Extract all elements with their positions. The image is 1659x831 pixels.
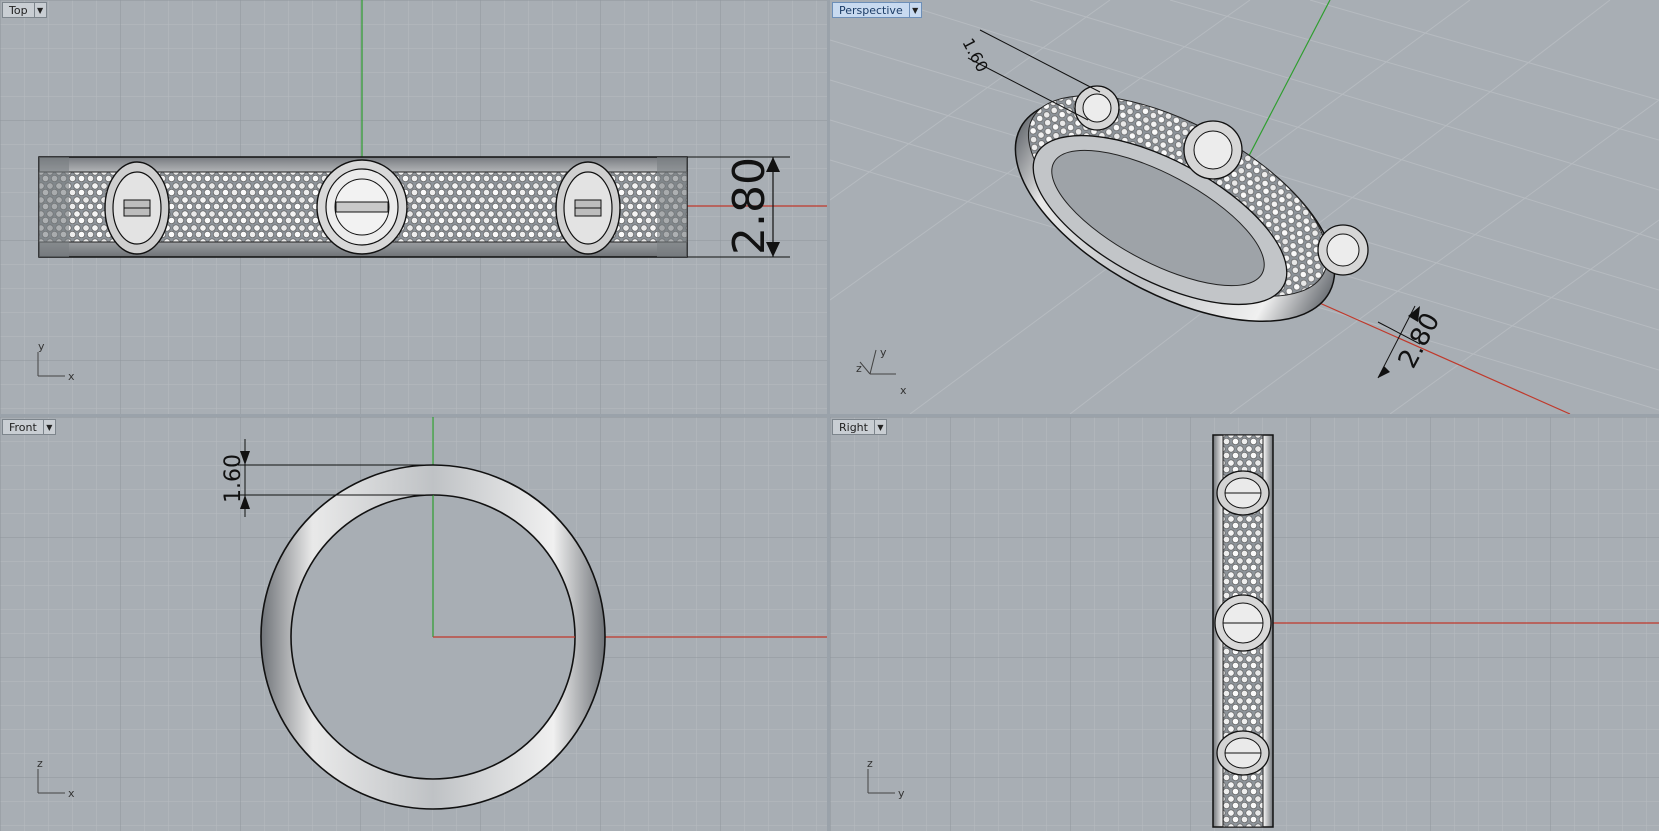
ring-top-view bbox=[38, 156, 688, 258]
axis-y-label: y bbox=[880, 346, 887, 359]
dimension-label: 1.60 bbox=[221, 454, 246, 503]
top-canvas: 2.80 x y bbox=[0, 0, 827, 414]
axis-z-label: z bbox=[867, 757, 873, 770]
viewport-label: Right bbox=[832, 419, 875, 435]
viewport-top[interactable]: Top ▼ 2.80 x y bbox=[0, 0, 827, 414]
viewport-tab-front[interactable]: Front ▼ bbox=[2, 419, 56, 435]
viewport-tab-right[interactable]: Right ▼ bbox=[832, 419, 887, 435]
chevron-down-icon[interactable]: ▼ bbox=[909, 2, 922, 18]
axis-y-label: y bbox=[38, 340, 45, 353]
ring-front-view bbox=[260, 464, 606, 810]
right-canvas: y z bbox=[830, 417, 1659, 831]
perspective-canvas: 1.60 2.80 x y z bbox=[830, 0, 1659, 414]
axis-x-label: x bbox=[900, 384, 907, 397]
axis-y-label: y bbox=[898, 787, 905, 800]
viewport-perspective[interactable]: Perspective ▼ 1.60 2.80 x y z bbox=[830, 0, 1659, 414]
dimension-label: 2.80 bbox=[724, 157, 775, 255]
axis-z-label: z bbox=[37, 757, 43, 770]
chevron-down-icon[interactable]: ▼ bbox=[874, 419, 887, 435]
viewport-right[interactable]: Right ▼ y z bbox=[830, 417, 1659, 831]
viewport-label: Perspective bbox=[832, 2, 910, 18]
axis-z-label: z bbox=[856, 362, 862, 375]
front-canvas: 1.60 x z bbox=[0, 417, 827, 831]
viewport-label: Front bbox=[2, 419, 44, 435]
viewport-front[interactable]: Front ▼ 1.60 x z bbox=[0, 417, 827, 831]
viewport-tab-perspective[interactable]: Perspective ▼ bbox=[832, 2, 922, 18]
axis-x-label: x bbox=[68, 370, 75, 383]
chevron-down-icon[interactable]: ▼ bbox=[43, 419, 56, 435]
viewport-label: Top bbox=[2, 2, 35, 18]
viewport-tab-top[interactable]: Top ▼ bbox=[2, 2, 47, 18]
ring-right-view bbox=[1212, 434, 1274, 828]
axis-x-label: x bbox=[68, 787, 75, 800]
chevron-down-icon[interactable]: ▼ bbox=[34, 2, 47, 18]
